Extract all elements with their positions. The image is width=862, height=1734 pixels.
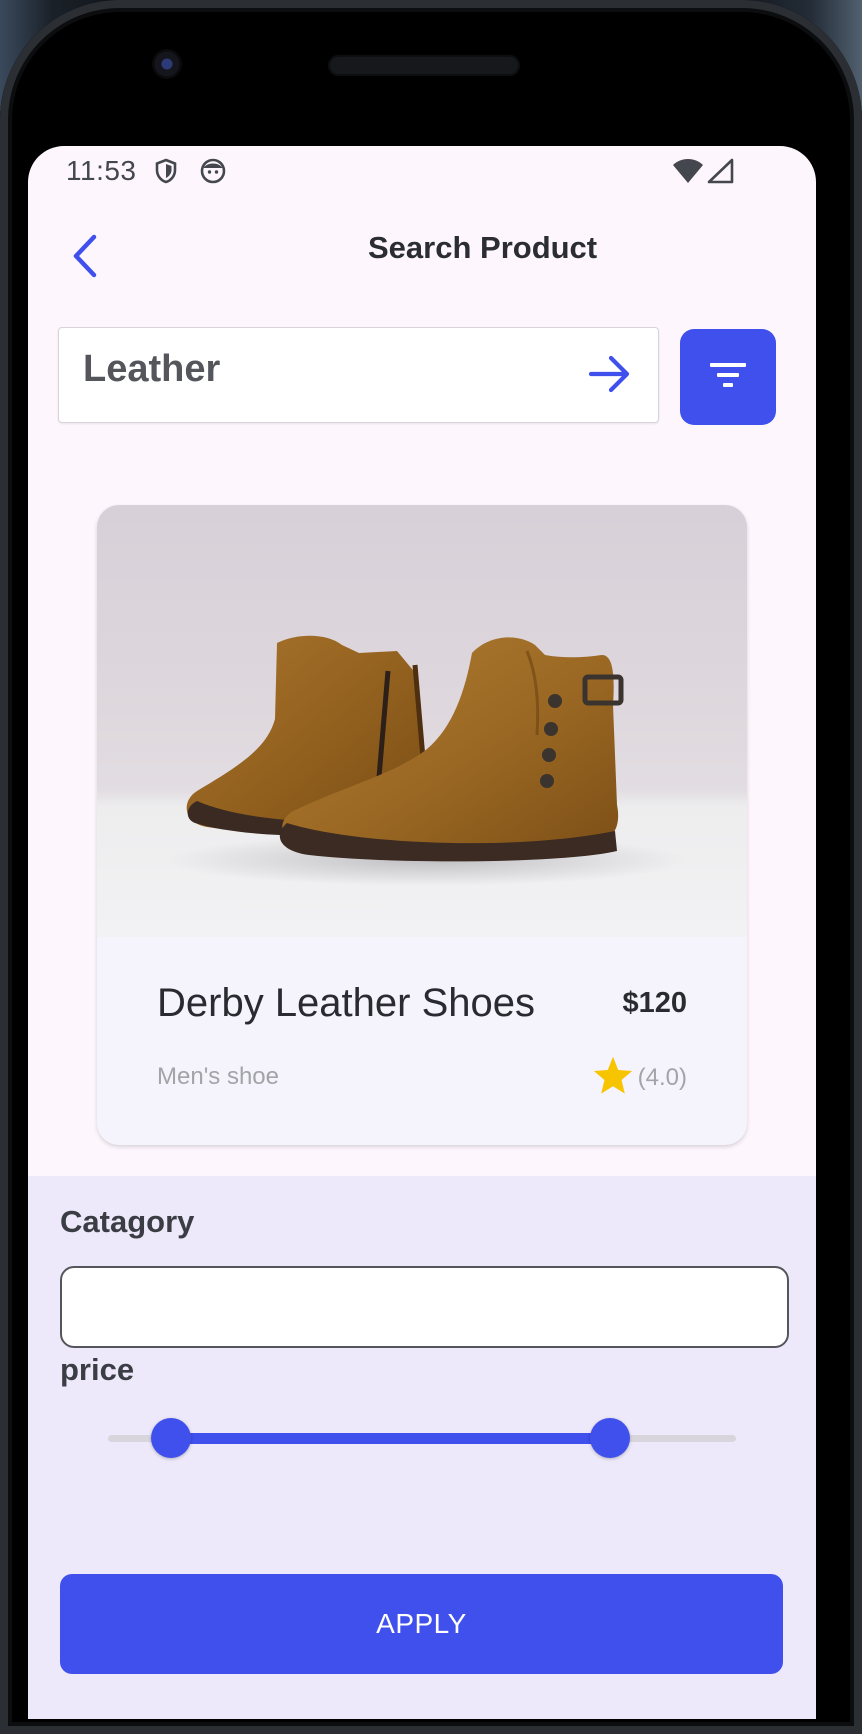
- price-range-slider[interactable]: [108, 1418, 736, 1458]
- category-label: Catagory: [60, 1204, 195, 1239]
- filter-button[interactable]: [680, 329, 776, 425]
- rating-value: (4.0): [637, 1063, 687, 1091]
- face-icon: [200, 158, 226, 189]
- front-camera: [152, 49, 182, 79]
- search-submit-button[interactable]: [584, 350, 636, 402]
- product-category: Men's shoe: [157, 1063, 279, 1090]
- back-button[interactable]: [58, 230, 114, 286]
- app-bar: Search Product: [28, 214, 816, 304]
- apply-button[interactable]: APPLY: [60, 1574, 783, 1674]
- slider-thumb-min[interactable]: [150, 1418, 191, 1458]
- search-input[interactable]: [83, 348, 523, 391]
- earpiece-speaker: [328, 55, 520, 76]
- slider-thumb-max[interactable]: [590, 1418, 631, 1458]
- star-icon: [592, 1055, 634, 1100]
- product-price: $120: [622, 987, 687, 1019]
- product-rating: (4.0): [592, 1055, 687, 1100]
- signal-icon: [706, 158, 734, 189]
- boots-illustration: [167, 635, 687, 886]
- arrow-forward-icon: [588, 354, 632, 399]
- status-bar: 11:53: [28, 146, 816, 196]
- product-image: [97, 505, 747, 937]
- wifi-icon: [672, 158, 704, 189]
- screen: 11:53 Search Product Leather Derby Leath…: [28, 146, 816, 1719]
- arrow-back-icon: [70, 234, 102, 283]
- category-field[interactable]: [60, 1266, 789, 1348]
- price-label: price: [60, 1352, 135, 1387]
- filter-panel: Catagory price APPLY: [28, 1176, 816, 1719]
- status-time: 11:53: [66, 155, 137, 186]
- product-name: Derby Leather Shoes: [157, 981, 536, 1025]
- slider-active-range: [170, 1433, 611, 1444]
- search-field[interactable]: [58, 327, 659, 423]
- shield-icon: [154, 158, 178, 189]
- page-title: Search Product: [368, 230, 598, 265]
- phone-frame: 11:53 Search Product Leather Derby Leath…: [0, 0, 862, 1734]
- filter-list-icon: [708, 361, 748, 394]
- product-card[interactable]: Derby Leather Shoes $120 Men's shoe (4.0…: [97, 505, 747, 1145]
